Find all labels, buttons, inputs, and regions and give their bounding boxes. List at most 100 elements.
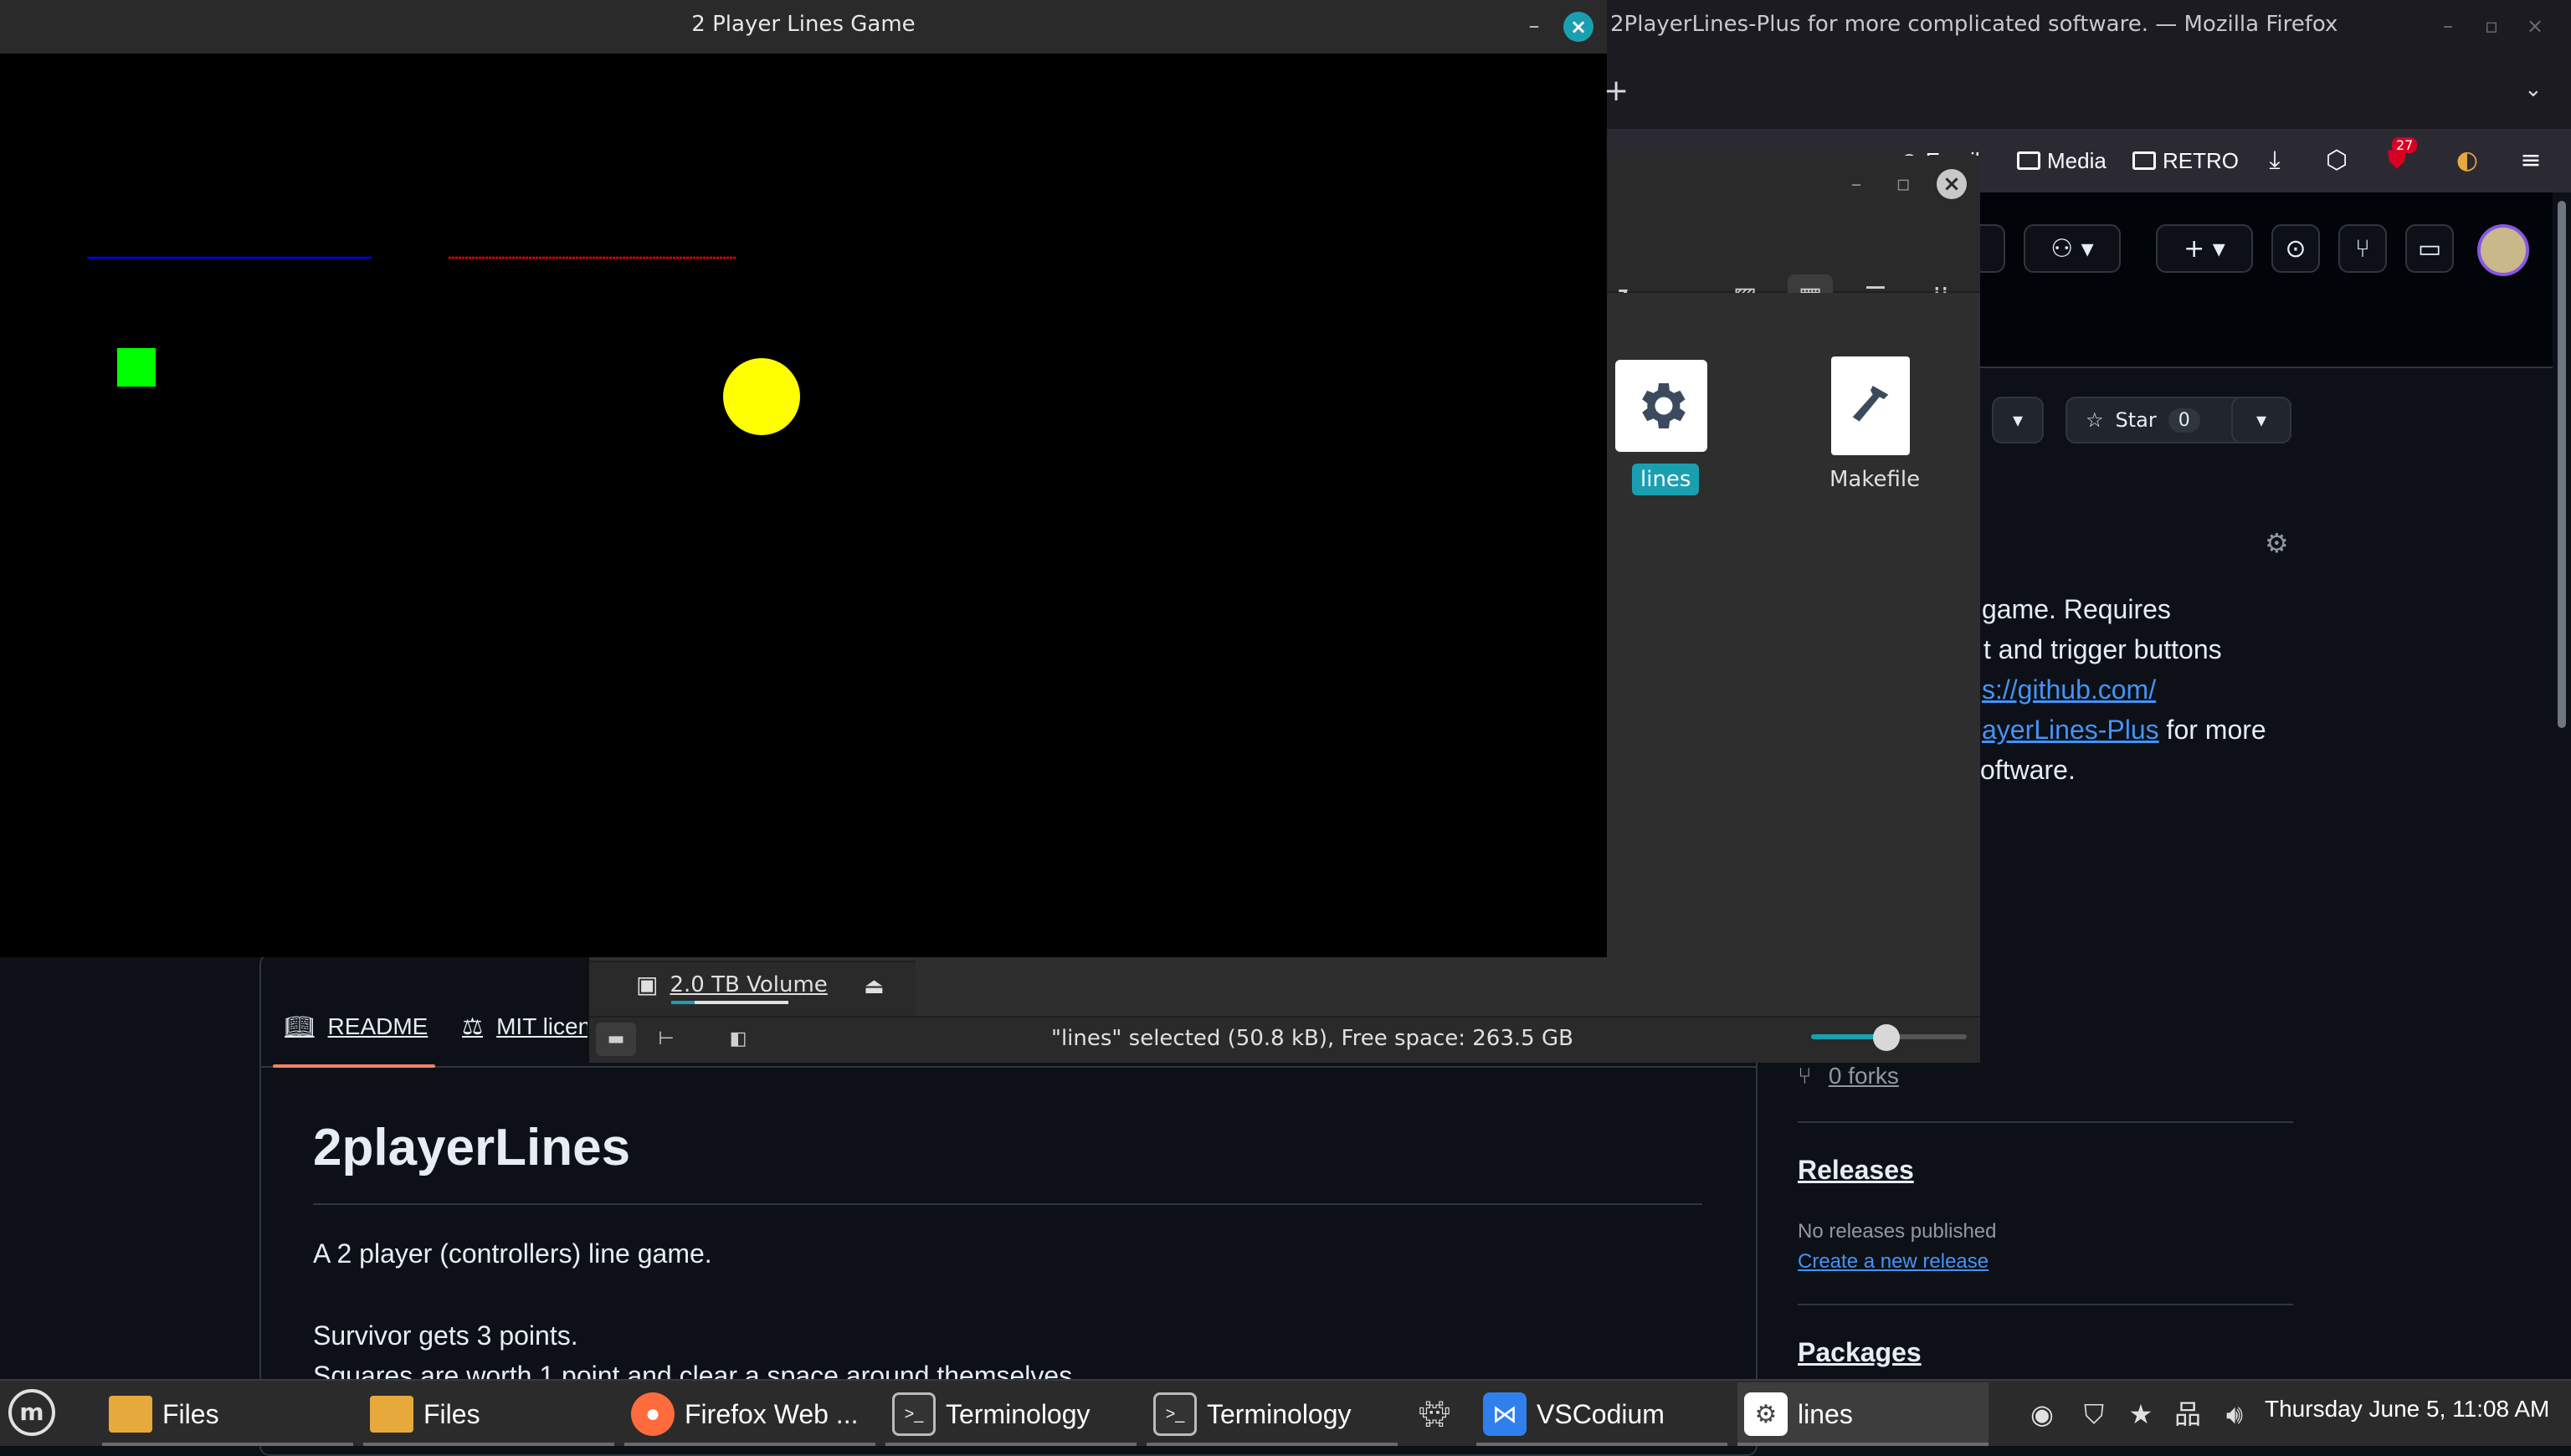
- readme-title: 2playerLines: [313, 1119, 631, 1177]
- game-window-title: 2 Player Lines Game: [691, 12, 916, 37]
- create-new-button[interactable]: + ▾: [2156, 224, 2253, 273]
- taskbar-item-indicator: [885, 1443, 1137, 1446]
- discord-icon[interactable]: ◉: [2022, 1397, 2062, 1431]
- tab-list-chevron-icon[interactable]: ⌄: [2524, 77, 2543, 102]
- files-maximize-button[interactable]: ▫: [1888, 169, 1918, 199]
- game-controller-icon: 👾︎: [1418, 1400, 1451, 1428]
- fork-icon: ⑂: [1798, 1063, 1812, 1089]
- game-scene: [87, 256, 800, 435]
- scale-icon: ⚖: [462, 1013, 484, 1039]
- taskbar-item-files[interactable]: Files: [102, 1382, 353, 1446]
- about-link-line[interactable]: ayerLines-Plus for more: [1982, 710, 2266, 750]
- folder-icon: ▬: [607, 1028, 625, 1049]
- taskbar-item-indicator: [624, 1443, 875, 1446]
- terminal-icon: >_: [892, 1392, 936, 1436]
- create-release-link[interactable]: Create a new release: [1798, 1250, 1989, 1274]
- hammer-icon: [1852, 386, 1889, 422]
- show-treeview-button[interactable]: ⊢: [646, 1023, 686, 1056]
- taskbar-item-firefox[interactable]: ● Firefox Web ...: [624, 1382, 875, 1446]
- folder-icon: [2132, 151, 2156, 170]
- download-icon[interactable]: ⤓: [2258, 144, 2291, 177]
- copilot-icon: ⚇ ▾: [2050, 233, 2094, 264]
- readme-divider: [313, 1203, 1702, 1205]
- sidebar-divider: [1798, 1304, 2293, 1305]
- issues-button[interactable]: ⊙: [2271, 224, 2320, 273]
- taskbar-item-indicator: [102, 1443, 353, 1446]
- files-minimize-button[interactable]: –: [1841, 169, 1871, 199]
- tab-readme[interactable]: 📖︎ README: [285, 1013, 428, 1040]
- show-places-button[interactable]: ▬: [596, 1023, 636, 1056]
- about-text-line: game. Requires: [1982, 594, 2171, 624]
- releases-heading[interactable]: Releases: [1798, 1155, 1914, 1186]
- taskbar-item-lines[interactable]: ⚙ lines: [1737, 1382, 1989, 1446]
- star-icon[interactable]: ★: [2121, 1397, 2161, 1431]
- inbox-icon: ▭: [2417, 233, 2442, 264]
- new-tab-button[interactable]: +: [1604, 74, 1629, 108]
- volume-item[interactable]: ▣ 2.0 TB Volume: [636, 971, 828, 998]
- files-close-button[interactable]: ×: [1937, 169, 1967, 199]
- volume-icon[interactable]: 🔊︎: [2214, 1397, 2255, 1431]
- caret-down-icon: ▾: [2255, 408, 2267, 432]
- bonus-square: [117, 348, 156, 387]
- mint-logo-icon: m: [19, 1398, 44, 1426]
- folder-icon: [109, 1396, 152, 1433]
- about-link[interactable]: ayerLines-Plus: [1982, 715, 2159, 745]
- file-lines[interactable]: [1615, 360, 1707, 452]
- eject-icon[interactable]: ⏏: [864, 974, 885, 999]
- pull-requests-button[interactable]: ⑂: [2338, 224, 2387, 273]
- about-settings-gear-icon[interactable]: ⚙: [2265, 527, 2289, 559]
- copilot-button[interactable]: ⚇ ▾: [2024, 224, 2121, 273]
- inbox-button[interactable]: ▭: [2405, 224, 2454, 273]
- star-icon: ☆: [2086, 408, 2104, 432]
- about-text-line: oftware.: [1980, 755, 2076, 785]
- toggle-sidebar-button[interactable]: ◧: [718, 1023, 758, 1056]
- gear-icon: ⚙: [1744, 1392, 1788, 1436]
- book-icon: 📖︎: [285, 1013, 315, 1039]
- avatar[interactable]: [2477, 224, 2529, 276]
- taskbar-item-indicator: [363, 1443, 614, 1446]
- about-text-line: t and trigger buttons: [1983, 634, 2222, 664]
- bookmark-media[interactable]: Media: [2017, 146, 2107, 176]
- network-icon[interactable]: 品: [2168, 1397, 2208, 1431]
- readme-paragraph: Survivor gets 3 points.: [313, 1320, 578, 1351]
- shield-icon[interactable]: ⛉: [2074, 1397, 2114, 1431]
- privacy-extension-icon[interactable]: ◐: [2450, 144, 2484, 177]
- issue-circle-icon: ⊙: [2285, 233, 2307, 264]
- taskbar-item-vscodium[interactable]: ⋈ VSCodium: [1476, 1382, 1727, 1446]
- folder-icon: [2017, 151, 2040, 170]
- packages-heading[interactable]: Packages: [1798, 1337, 1922, 1368]
- fork-dropdown-button[interactable]: ▾: [1992, 397, 2044, 443]
- zoom-slider-knob[interactable]: [1873, 1024, 1900, 1051]
- firefox-minimize-button[interactable]: –: [2435, 13, 2461, 38]
- about-link-line[interactable]: s://github.com/: [1982, 669, 2156, 710]
- taskbar-item-terminology[interactable]: >_ Terminology: [1147, 1382, 1398, 1446]
- app-menu-icon[interactable]: ≡: [2514, 144, 2548, 177]
- taskbar-item-game[interactable]: 👾︎: [1406, 1382, 1465, 1446]
- firefox-close-button[interactable]: ×: [2522, 13, 2548, 38]
- file-makefile-label[interactable]: Makefile: [1829, 467, 1920, 492]
- page-scrollbar-thumb[interactable]: [2558, 201, 2566, 728]
- bookmark-retro[interactable]: RETRO: [2132, 146, 2239, 176]
- file-makefile[interactable]: [1831, 356, 1910, 455]
- extensions-icon[interactable]: ⬡: [2320, 144, 2353, 177]
- taskbar-item-terminology[interactable]: >_ Terminology: [885, 1382, 1137, 1446]
- start-menu-button[interactable]: m: [8, 1389, 55, 1436]
- forks-link[interactable]: ⑂ 0 forks: [1798, 1063, 1899, 1089]
- clock[interactable]: Thursday June 5, 11:08 AM: [2265, 1396, 2549, 1423]
- taskbar-item-files[interactable]: Files: [363, 1382, 614, 1446]
- firefox-window-title: 2PlayerLines-Plus for more complicated s…: [1610, 12, 2338, 37]
- about-link[interactable]: s://github.com/: [1982, 674, 2156, 705]
- firefox-icon: ●: [631, 1392, 675, 1436]
- firefox-maximize-button[interactable]: ▫: [2479, 13, 2504, 38]
- pull-request-icon: ⑂: [2355, 233, 2370, 264]
- game-minimize-button[interactable]: –: [1522, 13, 1547, 38]
- game-canvas[interactable]: [0, 54, 1607, 957]
- star-dropdown-button[interactable]: ▾: [2231, 397, 2291, 443]
- tab-license[interactable]: ⚖MIT license: [462, 1013, 588, 1040]
- plus-icon: + ▾: [2184, 233, 2225, 264]
- taskbar-item-indicator: [1737, 1443, 1989, 1446]
- game-close-button[interactable]: ×: [1563, 12, 1593, 42]
- file-lines-label[interactable]: lines: [1632, 464, 1700, 495]
- folder-icon: [370, 1396, 413, 1433]
- gear-icon: [1642, 383, 1686, 428]
